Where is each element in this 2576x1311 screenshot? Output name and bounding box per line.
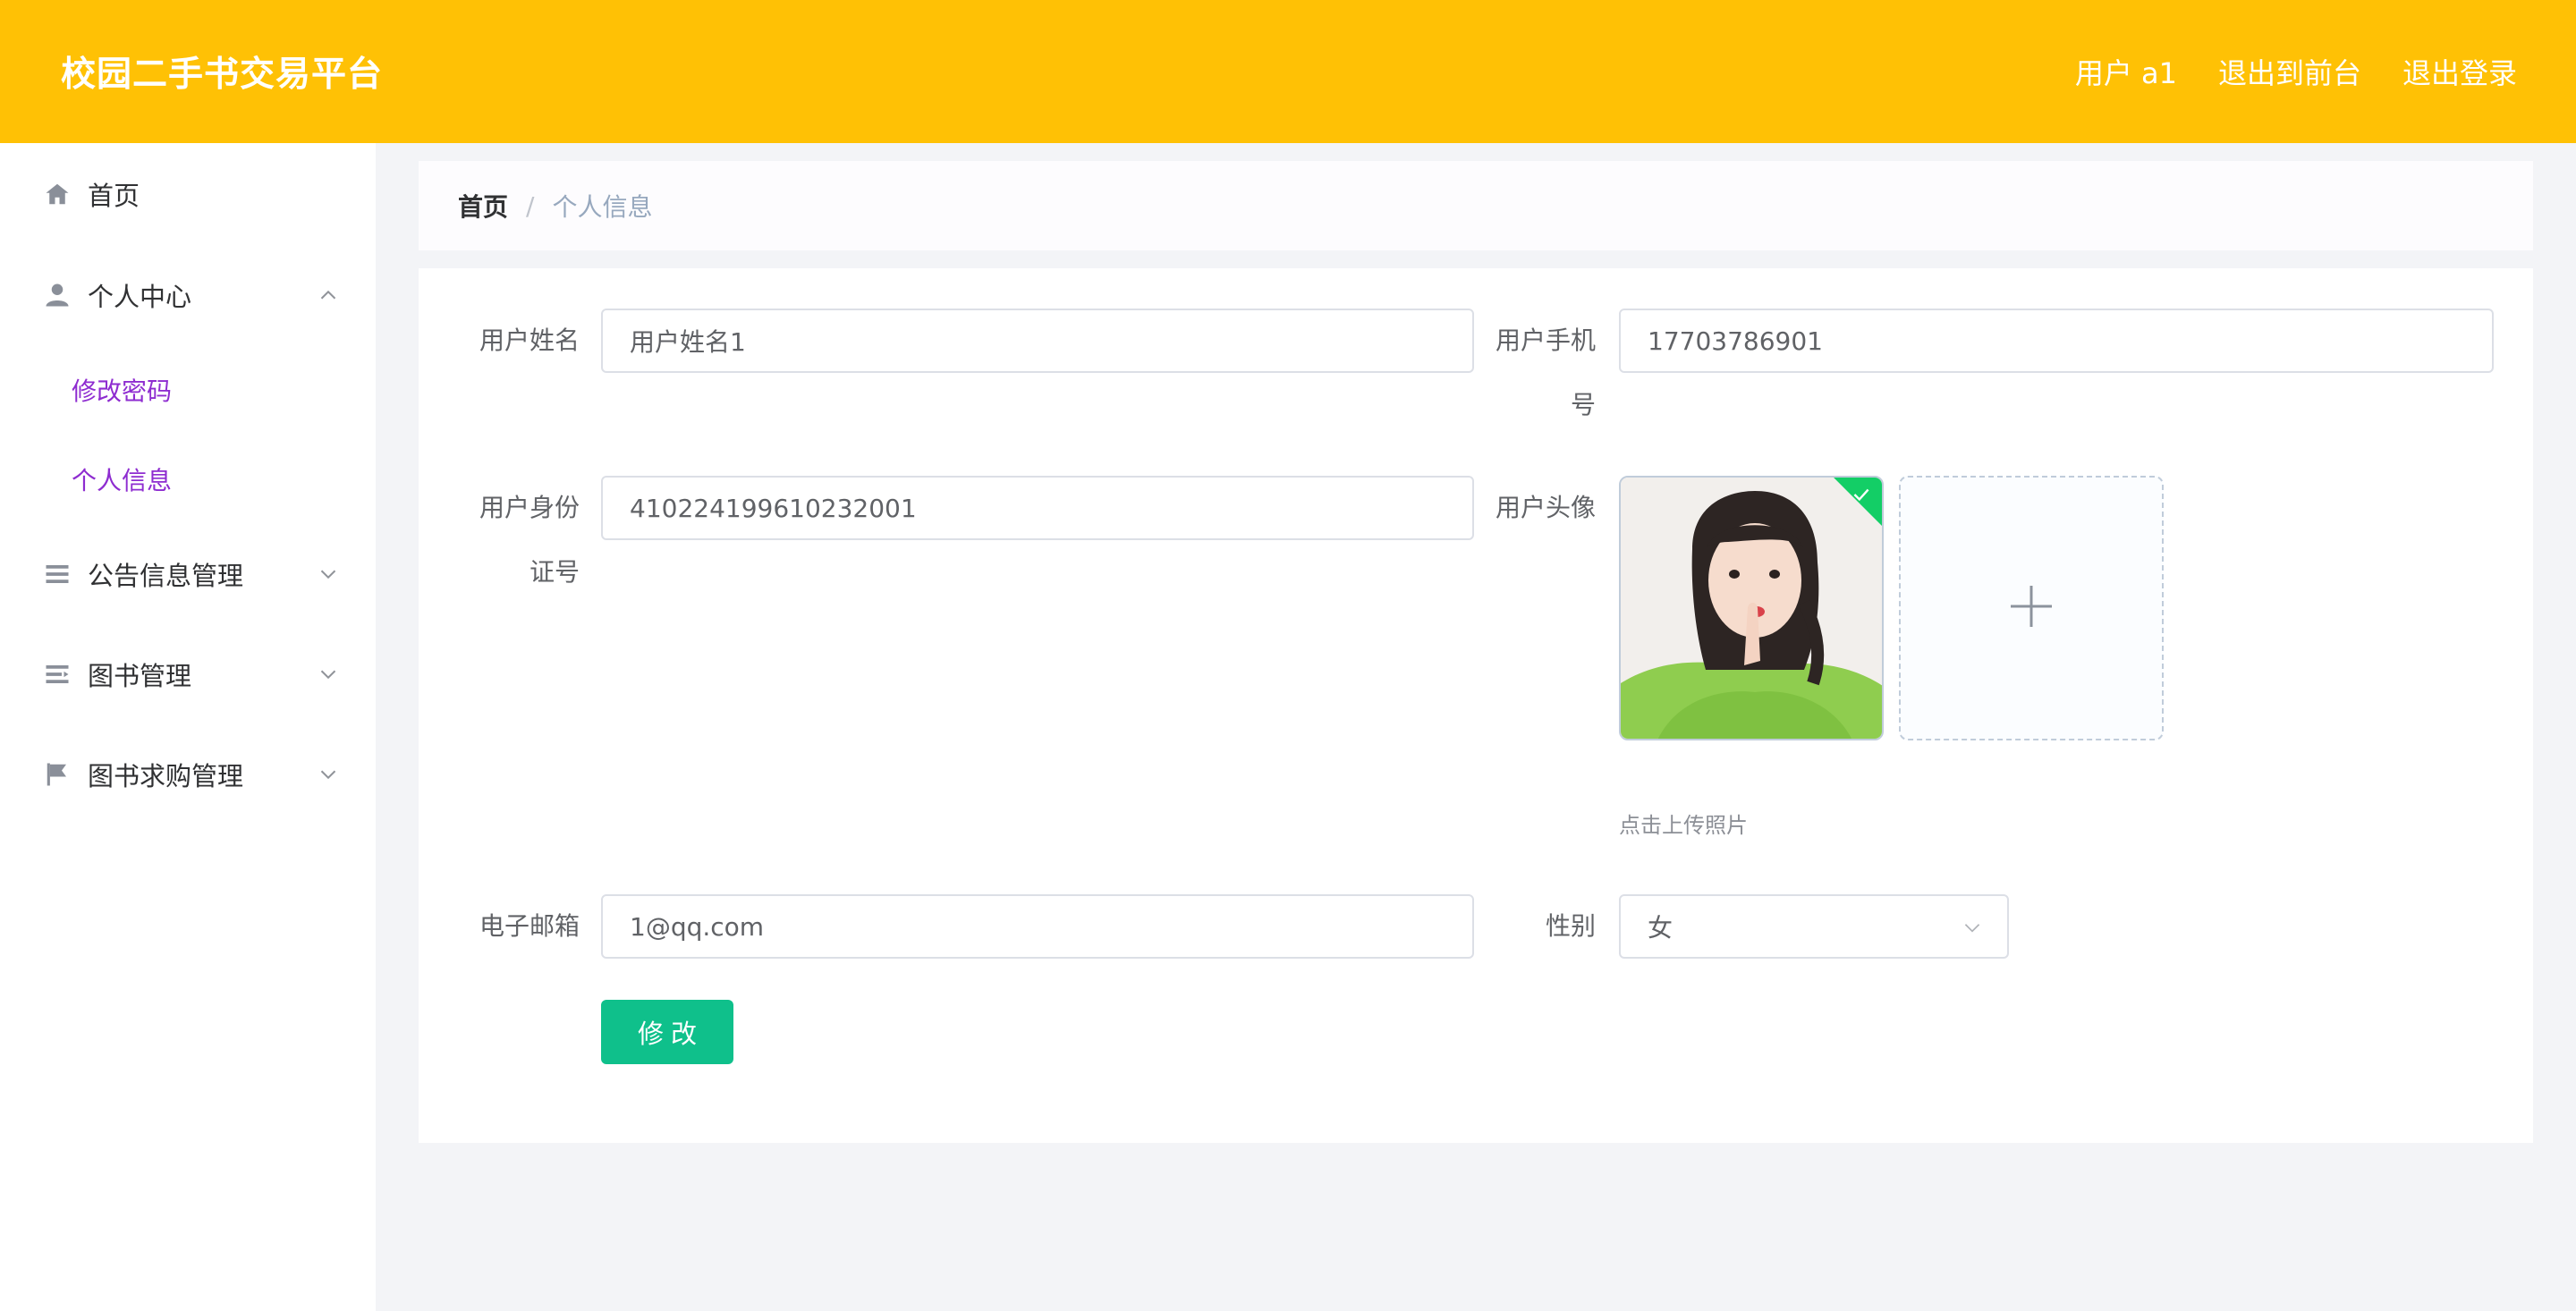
- breadcrumb-current: 个人信息: [552, 192, 653, 222]
- avatar-photo: [1621, 478, 1882, 739]
- breadcrumb-home[interactable]: 首页: [458, 188, 508, 224]
- name-input[interactable]: 用户姓名1: [601, 309, 1474, 373]
- chevron-down-icon: [315, 561, 342, 588]
- name-label: 用户姓名: [479, 326, 580, 355]
- phone-label: 用户手机 号: [1470, 309, 1596, 437]
- logout-link[interactable]: 退出登录: [2402, 51, 2517, 92]
- submit-button[interactable]: 修改: [601, 1000, 733, 1064]
- top-header: 校园二手书交易平台 用户 a1 退出到前台 退出登录: [0, 0, 2576, 143]
- exit-to-front-link[interactable]: 退出到前台: [2218, 51, 2361, 92]
- phone-input[interactable]: 17703786901: [1619, 309, 2494, 373]
- sidebar-item-label: 公告信息管理: [88, 561, 244, 591]
- idcard-label-line1: 用户身份: [479, 493, 580, 522]
- chevron-up-icon: [315, 282, 342, 309]
- email-input[interactable]: 1@qq.com: [601, 894, 1474, 959]
- sidebar-item-home[interactable]: 首页: [0, 143, 376, 245]
- idcard-input[interactable]: 410224199610232001: [601, 476, 1474, 540]
- sidebar-item-book-management[interactable]: 图书管理: [0, 624, 376, 724]
- sidebar-item-personal-center[interactable]: 个人中心: [0, 245, 376, 345]
- upload-hint: 点击上传照片: [1619, 813, 1748, 838]
- sidebar-item-label: 图书管理: [88, 661, 192, 691]
- avatar-image[interactable]: [1619, 476, 1884, 740]
- user-icon: [43, 281, 72, 309]
- current-user-link[interactable]: 用户 a1: [2075, 51, 2177, 92]
- idcard-label: 用户身份 证号: [454, 476, 580, 605]
- sidebar-item-label: 首页: [88, 181, 140, 211]
- chevron-down-icon: [315, 761, 342, 788]
- menu-lines-icon: [43, 660, 72, 689]
- list-icon: [43, 560, 72, 588]
- check-icon: [1850, 483, 1873, 506]
- sidebar: 首页 个人中心 修改密码 个人信息 公告信息管理 图书管理 图书求购管理: [0, 143, 376, 1311]
- avatar-label: 用户头像: [1495, 493, 1596, 522]
- sidebar-item-label: 个人中心: [88, 282, 192, 312]
- chevron-down-icon: [1961, 916, 1984, 939]
- sidebar-item-label: 图书求购管理: [88, 761, 244, 791]
- gender-select[interactable]: 女: [1619, 894, 2009, 959]
- app-title: 校园二手书交易平台: [61, 55, 384, 95]
- breadcrumb: 首页 / 个人信息: [419, 161, 2533, 250]
- email-label: 电子邮箱: [479, 911, 580, 941]
- phone-label-line1: 用户手机: [1495, 326, 1596, 355]
- sidebar-subitem-personal-info[interactable]: 个人信息: [0, 435, 376, 524]
- sidebar-item-book-request-management[interactable]: 图书求购管理: [0, 724, 376, 825]
- idcard-label-line2: 证号: [529, 557, 580, 587]
- breadcrumb-separator: /: [526, 190, 535, 221]
- header-links: 用户 a1 退出到前台 退出登录: [2034, 51, 2517, 92]
- phone-label-line2: 号: [1570, 390, 1596, 419]
- home-icon: [43, 180, 72, 208]
- personal-info-form: 用户姓名 用户姓名1 用户手机 号 17703786901 用户身份 证号 41…: [419, 268, 2533, 1143]
- gender-selected-value: 女: [1648, 913, 1674, 943]
- plus-icon: [2007, 582, 2055, 634]
- sidebar-subitem-change-password[interactable]: 修改密码: [0, 345, 376, 435]
- avatar-upload-button[interactable]: [1899, 476, 2164, 740]
- sidebar-item-notice-management[interactable]: 公告信息管理: [0, 524, 376, 624]
- chevron-down-icon: [315, 661, 342, 688]
- gender-label: 性别: [1545, 911, 1596, 941]
- flag-icon: [43, 760, 72, 789]
